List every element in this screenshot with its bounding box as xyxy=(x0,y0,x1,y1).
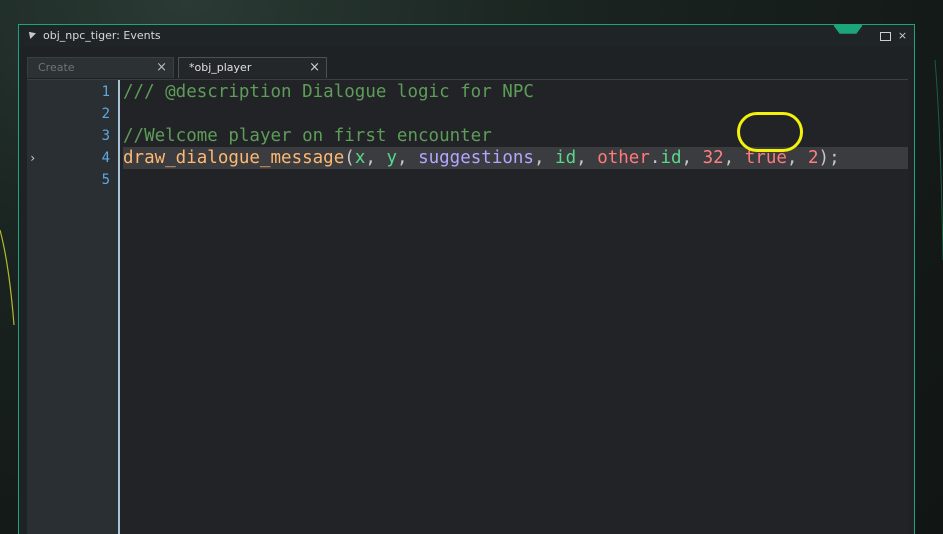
code-token-punct: ); xyxy=(818,148,840,168)
close-icon[interactable]: × xyxy=(897,30,908,41)
line-number: 3 xyxy=(101,128,110,144)
maximize-icon[interactable] xyxy=(880,32,891,41)
annotation-circle xyxy=(737,112,803,152)
code-token-punct: , xyxy=(723,148,745,168)
code-token-punct: , xyxy=(396,148,419,168)
code-token-builtin: x xyxy=(354,148,366,168)
pin-icon[interactable] xyxy=(26,29,36,39)
close-icon[interactable]: × xyxy=(156,58,167,77)
line-number: 5 xyxy=(101,172,110,188)
code-token-builtin: id xyxy=(660,148,682,168)
code-line[interactable]: /// @description Dialogue logic for NPC xyxy=(123,81,534,103)
code-token-num: 32 xyxy=(702,148,724,168)
code-token-builtin: id xyxy=(555,148,577,168)
tab-obj-player[interactable]: *obj_player × xyxy=(178,57,327,78)
code-token-punct: . xyxy=(649,148,661,168)
line-number-gutter: 1 2 3 4 5 › xyxy=(27,80,120,534)
code-token-punct: , xyxy=(533,148,556,168)
tab-label: Create xyxy=(38,61,75,74)
code-token-punct: , xyxy=(786,148,808,168)
close-icon[interactable]: × xyxy=(309,58,320,77)
code-token-punct: , xyxy=(365,148,387,168)
code-token-var: suggestions xyxy=(418,148,534,168)
code-token-punct: ( xyxy=(344,148,355,168)
events-window: obj_npc_tiger: Events × Create × *obj_pl… xyxy=(18,24,915,534)
code-token-punct: , xyxy=(576,148,598,168)
code-token-func: draw_dialogue_message xyxy=(123,148,345,168)
code-token-keyword: other xyxy=(597,148,650,168)
code-token-comment: //Welcome player on first encounter xyxy=(123,126,492,146)
current-line-marker: › xyxy=(29,151,37,165)
window-titlebar[interactable]: obj_npc_tiger: Events × xyxy=(19,25,914,47)
code-token-num: 2 xyxy=(807,148,819,168)
tab-create[interactable]: Create × xyxy=(27,57,174,78)
line-number: 1 xyxy=(101,84,110,100)
code-token-builtin: y xyxy=(386,148,397,168)
code-token-comment: /// @description Dialogue logic for NPC xyxy=(123,82,534,102)
line-number: 2 xyxy=(101,106,110,122)
code-token-punct: , xyxy=(681,148,703,168)
code-line[interactable]: //Welcome player on first encounter xyxy=(123,125,492,147)
tab-label: *obj_player xyxy=(189,61,252,74)
window-title: obj_npc_tiger: Events xyxy=(43,29,161,42)
titlebar-notch xyxy=(834,25,862,34)
line-number: 4 xyxy=(101,150,110,166)
tab-bar: Create × *obj_player × xyxy=(27,57,904,79)
